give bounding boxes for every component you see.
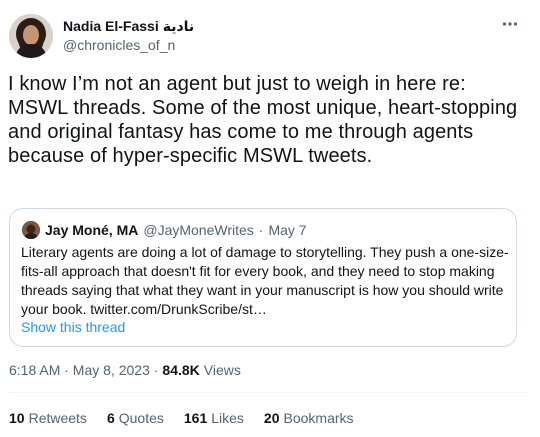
bookmarks-label: Bookmarks xyxy=(283,410,354,426)
author-name-row[interactable]: Nadia El-Fassi نادية xyxy=(63,17,194,35)
bookmarks-stat[interactable]: 20 Bookmarks xyxy=(264,409,354,427)
show-thread-link[interactable]: Show this thread xyxy=(21,318,125,336)
likes-count: 161 xyxy=(183,410,208,426)
bookmarks-count: 20 xyxy=(263,410,280,426)
quoted-separator: · xyxy=(258,222,264,238)
retweets-count: 10 xyxy=(9,410,25,426)
quotes-label: Quotes xyxy=(118,410,164,426)
quotes-stat[interactable]: 6 Quotes xyxy=(107,409,164,427)
author-name-arabic: نادية xyxy=(162,18,195,34)
author-avatar[interactable] xyxy=(9,14,53,58)
retweets-stat[interactable]: 10 Retweets xyxy=(9,409,87,427)
likes-stat[interactable]: 161 Likes xyxy=(184,409,244,427)
engagement-stats: 10 Retweets 6 Quotes 161 Likes 20 Bookma… xyxy=(9,409,354,427)
tweet-timestamp[interactable]: 6:18 AM · May 8, 2023 · xyxy=(9,361,158,379)
likes-label: Likes xyxy=(211,410,244,426)
more-options-button[interactable] xyxy=(498,14,522,38)
quoted-tweet[interactable]: Jay Moné, MA @JayMoneWrites · May 7 Lite… xyxy=(9,208,517,347)
author-name[interactable]: Nadia El-Fassi xyxy=(63,17,159,35)
quoted-author-name: Jay Moné, MA xyxy=(45,222,139,238)
quoted-author-handle: @JayMoneWrites xyxy=(143,222,254,238)
quotes-count: 6 xyxy=(106,410,115,426)
tweet-text: I know I’m not an agent but just to weig… xyxy=(8,73,518,167)
quoted-date: May 7 xyxy=(268,222,307,238)
quoted-author-avatar xyxy=(22,221,40,239)
retweets-label: Retweets xyxy=(28,410,87,426)
tweet-detail: Nadia El-Fassi نادية @chronicles_of_n I … xyxy=(0,0,540,437)
more-horizontal-icon xyxy=(501,15,519,38)
divider xyxy=(8,392,528,393)
quoted-tweet-header: Jay Moné, MA @JayMoneWrites · May 7 xyxy=(22,221,307,239)
views-count: 84.8K xyxy=(162,362,200,378)
author-handle[interactable]: @chronicles_of_n xyxy=(63,36,175,54)
quoted-tweet-text: Literary agents are doing a lot of damag… xyxy=(21,244,509,317)
views-label: Views xyxy=(203,362,241,378)
tweet-meta: 6:18 AM · May 8, 2023 · 84.8K Views xyxy=(9,361,241,379)
